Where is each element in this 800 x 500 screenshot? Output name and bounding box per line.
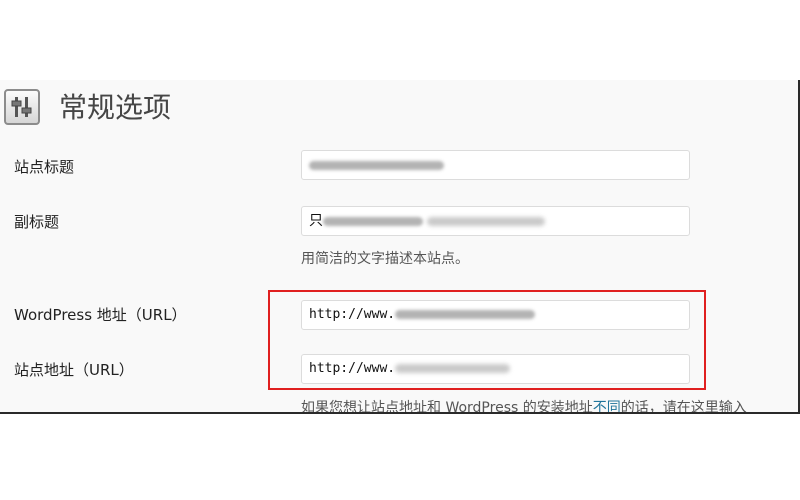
different-link[interactable]: 不同: [593, 400, 621, 412]
tagline-input[interactable]: 只: [301, 206, 690, 236]
tagline-label: 副标题: [14, 213, 60, 231]
page-title: 常规选项: [59, 91, 172, 124]
site-address-label: 站点地址（URL）: [14, 361, 134, 379]
site-address-hint: 如果您想让站点地址和 WordPress 的安装地址不同的话，请在这里输入: [301, 400, 747, 414]
tagline-hint: 用简洁的文字描述本站点。: [301, 251, 469, 267]
tagline-value: 只: [309, 213, 323, 229]
settings-sliders-icon: [4, 89, 40, 125]
wp-address-label: WordPress 地址（URL）: [14, 306, 187, 324]
site-title-input[interactable]: [301, 150, 690, 180]
site-title-label: 站点标题: [14, 158, 75, 176]
redacted-text: [309, 160, 444, 170]
redacted-text: [323, 216, 423, 226]
redacted-text: [427, 216, 545, 226]
url-highlight-box: [268, 290, 706, 390]
